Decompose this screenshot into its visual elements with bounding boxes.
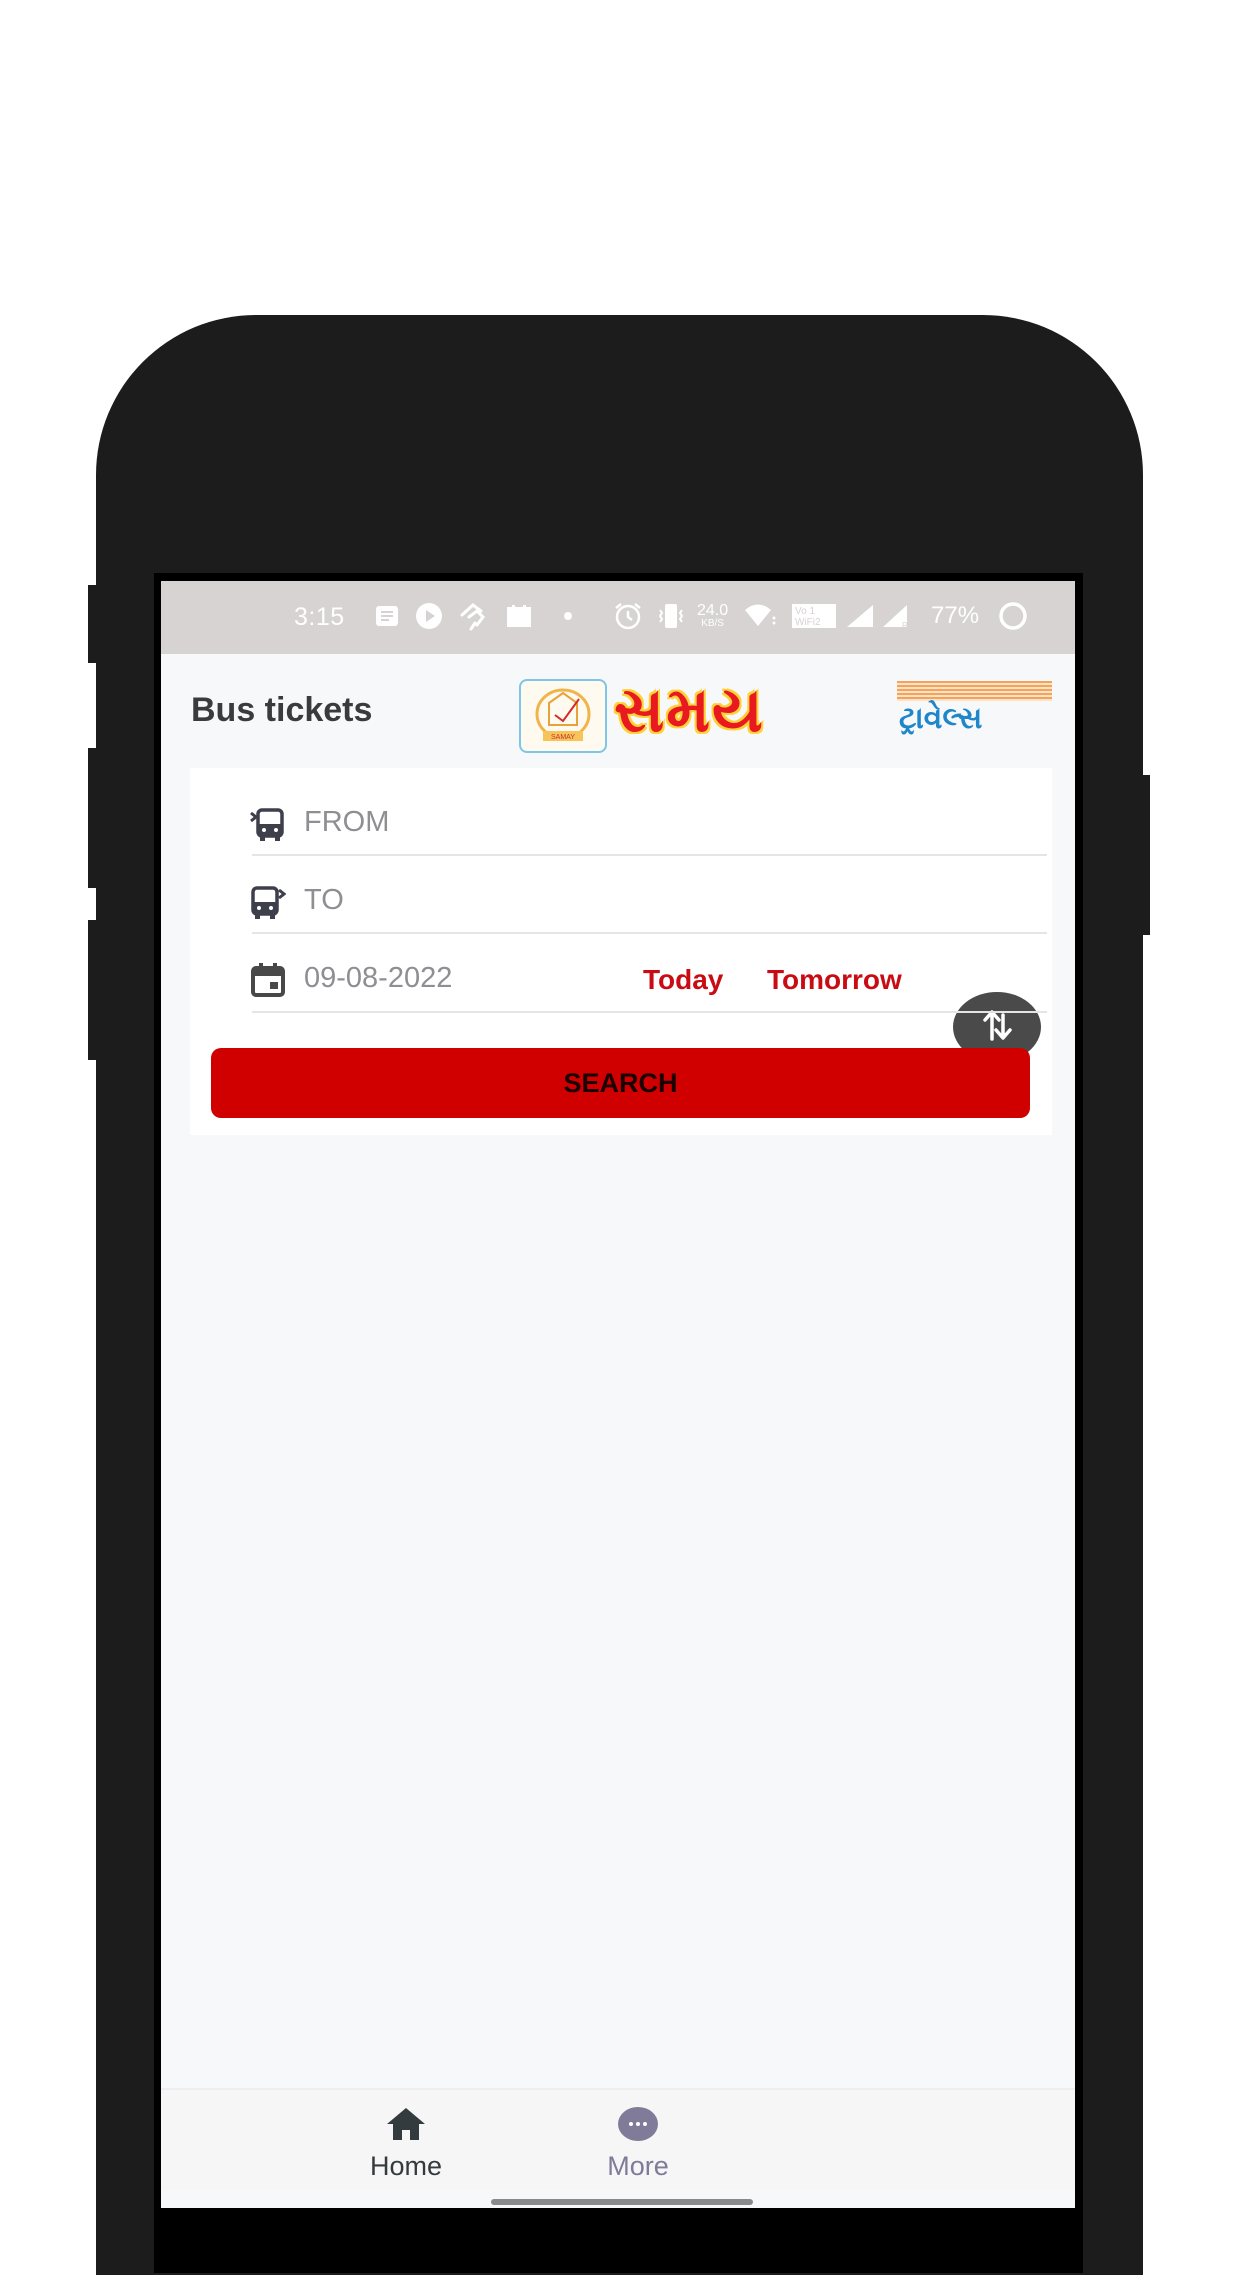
today-button[interactable]: Today bbox=[643, 964, 723, 996]
logo-sub-text: ટ્રાવેલ્સ bbox=[899, 701, 983, 736]
divider bbox=[252, 932, 1047, 934]
page-title: Bus tickets bbox=[191, 691, 373, 729]
logo-brand-text: સમય bbox=[614, 673, 765, 746]
side-button bbox=[88, 920, 98, 1060]
date-value[interactable]: 09-08-2022 bbox=[304, 962, 452, 995]
search-button[interactable]: SEARCH bbox=[211, 1048, 1030, 1118]
vibrate-icon bbox=[656, 601, 686, 631]
status-bar: 3:15 24.0 KB/S Vo 1 WiFi2 R 77% bbox=[161, 581, 1075, 654]
bus-depart-icon bbox=[250, 806, 286, 842]
volte-wifi-icon: Vo 1 WiFi2 bbox=[791, 601, 837, 631]
svg-text:R: R bbox=[902, 621, 908, 629]
search-card: FROM TO 09-08-2022 Today Tomorrow SEARCH bbox=[190, 768, 1052, 1135]
dot-icon bbox=[563, 601, 573, 631]
battery-ring-icon bbox=[997, 601, 1029, 631]
logo-emblem: SAMAY bbox=[519, 679, 607, 753]
app-screen: 3:15 24.0 KB/S Vo 1 WiFi2 R 77% Bus tick… bbox=[161, 581, 1075, 2208]
brand-logo: SAMAY સમય ટ્રાવેલ્સ bbox=[519, 673, 1054, 753]
svg-text:WiFi2: WiFi2 bbox=[795, 617, 821, 628]
youtube-icon bbox=[415, 601, 443, 631]
battery-percent: 77% bbox=[931, 602, 980, 629]
from-input[interactable]: FROM bbox=[304, 806, 389, 839]
bottom-nav: Home More bbox=[161, 2088, 1075, 2190]
side-button bbox=[88, 585, 98, 663]
more-icon bbox=[616, 2106, 660, 2147]
divider bbox=[252, 854, 1047, 856]
nav-label-home: Home bbox=[369, 2151, 443, 2181]
status-time: 3:15 bbox=[294, 603, 345, 631]
nav-item-more[interactable]: More bbox=[568, 2090, 708, 2190]
bus-arrive-icon bbox=[250, 884, 287, 920]
gallery-icon bbox=[506, 601, 532, 631]
home-indicator[interactable] bbox=[491, 2199, 753, 2205]
nav-item-home[interactable]: Home bbox=[336, 2090, 476, 2190]
network-speed-value: 24.0 bbox=[697, 602, 729, 619]
divider bbox=[252, 1011, 1047, 1013]
signal-icon: R bbox=[881, 601, 911, 631]
alarm-icon bbox=[613, 601, 643, 631]
home-icon bbox=[385, 2106, 427, 2147]
nav-label-more: More bbox=[607, 2151, 669, 2181]
side-button bbox=[1140, 775, 1150, 935]
network-speed-unit: KB/S bbox=[701, 618, 724, 629]
signal-icon bbox=[845, 601, 875, 631]
network-speed: 24.0 KB/S bbox=[697, 601, 728, 631]
hand-icon bbox=[459, 601, 491, 631]
wifi-icon bbox=[743, 601, 777, 631]
logo-stripes bbox=[897, 681, 1052, 701]
message-icon bbox=[374, 601, 400, 631]
tomorrow-button[interactable]: Tomorrow bbox=[767, 964, 902, 996]
svg-text:Vo 1: Vo 1 bbox=[795, 606, 815, 617]
emblem-text: SAMAY bbox=[551, 734, 575, 741]
calendar-icon bbox=[250, 962, 286, 998]
side-button bbox=[88, 748, 98, 888]
to-input[interactable]: TO bbox=[304, 884, 344, 917]
